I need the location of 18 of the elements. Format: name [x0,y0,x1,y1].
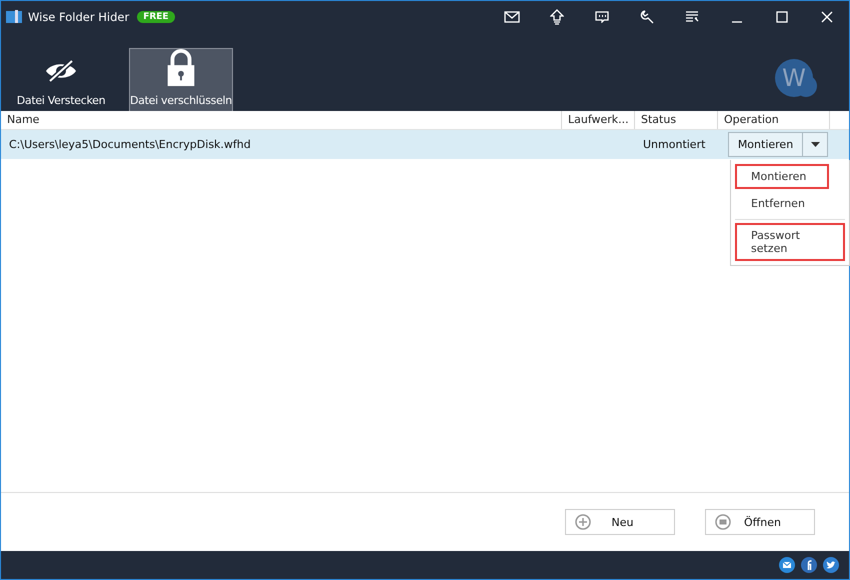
menu-item[interactable]: Entfernen [735,191,845,216]
column-header[interactable]: Operation [718,111,830,129]
status-cell-text: Unmontiert [642,138,706,151]
operation-button[interactable]: Montieren [728,132,803,157]
tab[interactable]: Datei verschlüsseln [129,48,233,111]
table-row[interactable]: C:\Users\leya5\Documents\EncrypDisk.wfhd Unmontiert Montieren [1,130,849,159]
menu-item[interactable]: Passwort setzen [735,223,845,261]
column-header[interactable]: Laufwerk... [562,111,635,129]
logo-avatar: W [775,59,813,97]
tab[interactable]: Datei Verstecken [9,48,113,111]
column-header[interactable]: Status [635,111,718,129]
open-button[interactable]: Öffnen [705,509,815,535]
window-title: Wise Folder Hider [28,10,130,24]
menu-item[interactable]: Montieren [735,164,829,189]
free-badge: FREE [137,10,175,22]
path-cell-text: C:\Users\leya5\Documents\EncrypDisk.wfhd [8,138,252,151]
new-button[interactable]: Neu [565,509,675,535]
column-header[interactable]: Name [1,111,562,129]
